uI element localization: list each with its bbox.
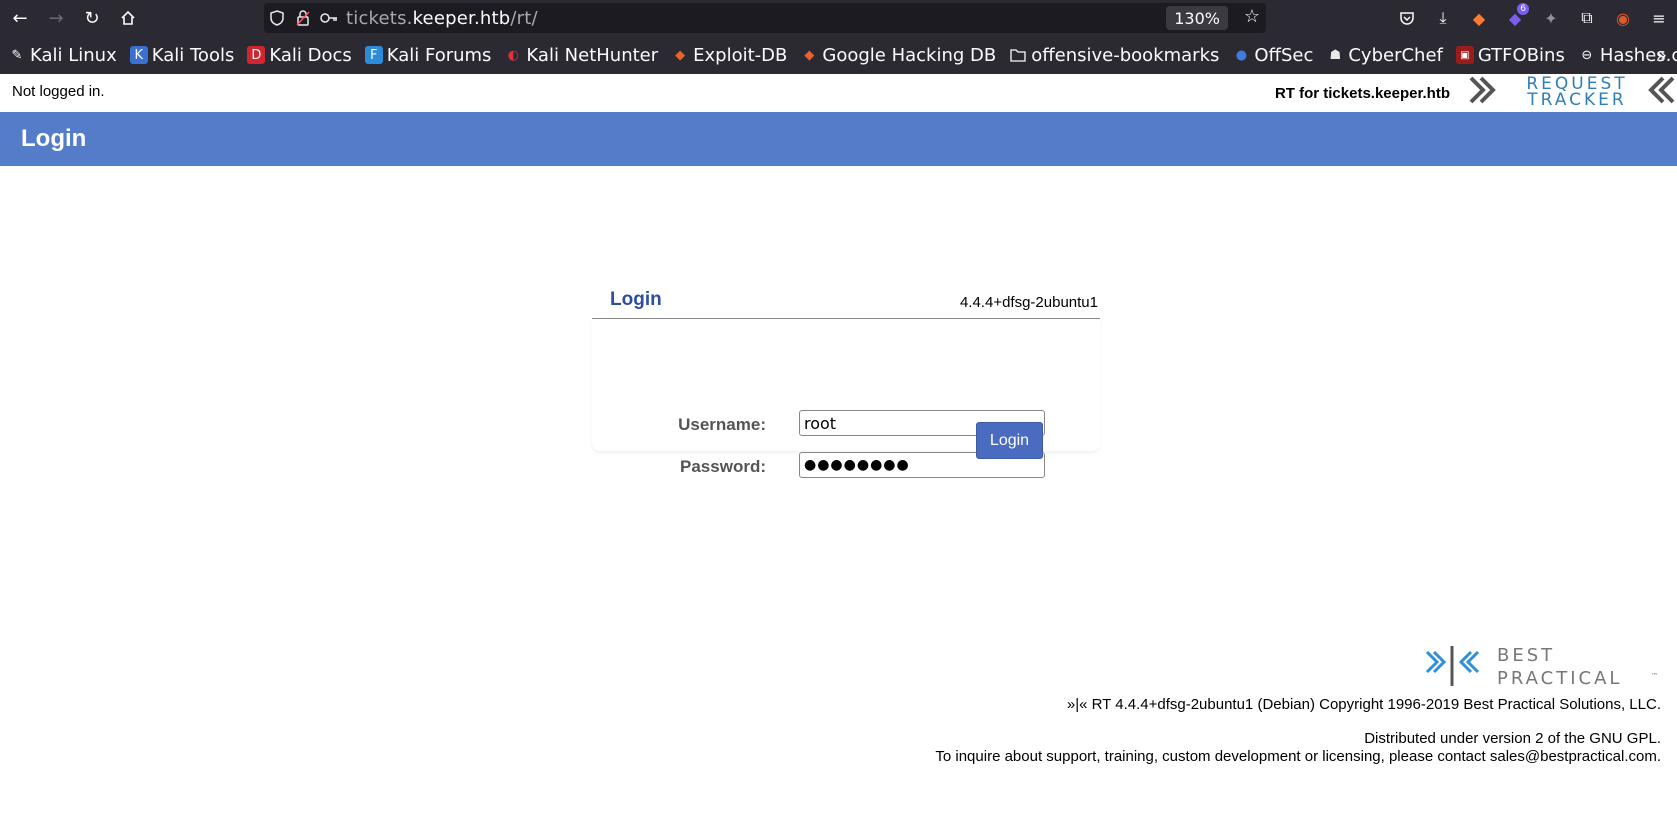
bookmark-label: Kali Linux [30,44,117,66]
bookmark-item[interactable]: ☗ CyberChef [1326,45,1443,66]
login-box-title: Login [610,289,662,310]
shield-icon[interactable] [264,10,290,26]
foxyproxy-icon[interactable]: ◉ [1605,0,1641,36]
rt-version: 4.4.4+dfsg-2ubuntu1 [959,294,1098,311]
bookmark-label: Kali Tools [151,44,235,66]
username-label: Username: [678,415,766,434]
kali-forums-icon: F [364,46,383,64]
bookmark-label: Kali Forums [386,44,492,66]
bookmark-item[interactable]: K Kali Tools [129,44,235,66]
trademark-mark: ™ [1651,672,1658,680]
extension-count-badge: 6 [1517,3,1529,15]
bookmark-label: offensive-bookmarks [1031,44,1220,66]
bookmark-label: Google Hacking DB [822,44,997,66]
page-title-bar: Login [0,112,1677,166]
page-viewport: Not logged in. RT for tickets.keeper.htb… [0,74,1677,828]
bookmark-star-icon[interactable]: ☆ [1244,6,1260,27]
logo-line-practical: PRACTICAL [1497,668,1622,689]
bookmark-item[interactable]: ◆ Google Hacking DB [800,45,996,66]
extension-puzzle-gray-icon[interactable]: ✦ [1533,0,1569,36]
cyberchef-icon: ☗ [1329,47,1342,63]
offsec-icon: ● [1235,47,1248,63]
downloads-icon[interactable]: ⤓ [1425,0,1461,36]
footer-contact: To inquire about support, training, cust… [935,748,1661,765]
url-domain: keeper.htb [412,7,511,29]
logo-line-best: BEST [1497,645,1555,666]
bookmark-label: Kali Docs [269,44,352,66]
rt-topbar: Not logged in. RT for tickets.keeper.htb… [0,74,1677,112]
menu-icon[interactable]: ≡ [1641,0,1677,36]
zoom-level-badge[interactable]: 130% [1166,6,1228,30]
toolbar-right-icons: ⤓ ◆ ◆ 6 ✦ ⧉ ◉ ≡ [1389,0,1677,36]
url-subdomain: tickets. [346,7,413,29]
extensions-icon[interactable]: ⧉ [1569,0,1605,36]
url-text: tickets.keeper.htb/rt/ [346,8,538,29]
bookmark-item[interactable]: ◐ Kali NetHunter [504,45,658,66]
rt-instance-label: RT for tickets.keeper.htb [1274,85,1450,102]
login-box: Login 4.4.4+dfsg-2ubuntu1 Username: root… [592,282,1100,542]
footer-license: Distributed under version 2 of the GNU G… [1364,730,1661,747]
login-status: Not logged in. [12,83,105,100]
bookmark-item[interactable]: F Kali Forums [364,44,492,66]
page-title: Login [21,125,87,152]
login-box-header: Login 4.4.4+dfsg-2ubuntu1 [592,282,1100,319]
gtfobins-icon: ▣ [1455,46,1474,64]
reload-icon[interactable]: ↻ [74,0,110,36]
bookmark-label: CyberChef [1348,44,1443,66]
bookmarks-overflow-icon[interactable]: » [1656,36,1667,74]
bookmarks-bar: ✎ Kali Linux K Kali Tools D Kali Docs F Kali… [0,36,1677,74]
browser-toolbar: ← → ↻ tickets.keeper.htb/rt/ 130% ☆ ⤓ ◆ … [0,0,1677,36]
bookmark-item[interactable]: ● OffSec [1232,44,1314,66]
bookmark-item[interactable]: offensive-bookmarks [1009,45,1219,66]
bookmark-item[interactable]: ▣ GTFOBins [1455,44,1565,66]
login-button[interactable]: Login [976,422,1043,459]
bookmark-label: Exploit-DB [693,44,788,66]
key-icon[interactable] [316,12,342,24]
bookmark-item[interactable]: ✎ Kali Linux [8,45,117,66]
bookmark-item[interactable]: D Kali Docs [247,44,352,66]
url-bar[interactable]: tickets.keeper.htb/rt/ 130% ☆ [264,3,1266,33]
hashes-icon: ⊖ [1581,47,1593,63]
exploitdb-icon: ◆ [675,47,686,63]
kali-docs-icon: D [247,46,266,64]
footer-copyright: »|« RT 4.4.4+dfsg-2ubuntu1 (Debian) Copy… [1066,696,1661,713]
insecure-lock-icon[interactable] [290,10,316,26]
password-label: Password: [680,457,766,476]
bookmark-item[interactable]: ◆ Exploit-DB [671,45,787,66]
best-practical-logo[interactable]: BEST PRACTICAL ™ [1425,642,1661,690]
kali-tools-icon: K [129,46,148,64]
extension-badge-icon[interactable]: ◆ 6 [1497,0,1533,36]
back-icon[interactable]: ← [2,0,38,36]
bookmark-label: GTFOBins [1477,44,1565,66]
forward-icon[interactable]: → [38,0,74,36]
ghdb-icon: ◆ [804,47,815,63]
pocket-icon[interactable] [1389,0,1425,36]
extension-fox-icon[interactable]: ◆ [1461,0,1497,36]
url-path: /rt/ [510,7,538,29]
folder-icon [1009,46,1027,64]
bookmark-label: OffSec [1254,44,1314,66]
home-icon[interactable] [110,0,146,36]
request-tracker-logo[interactable]: REQUEST TRACKER [1467,74,1677,110]
kali-icon: ✎ [11,47,23,63]
logo-line-tracker: TRACKER [1526,90,1626,110]
bookmark-label: Kali NetHunter [526,44,659,66]
nethunter-icon: ◐ [507,47,520,63]
